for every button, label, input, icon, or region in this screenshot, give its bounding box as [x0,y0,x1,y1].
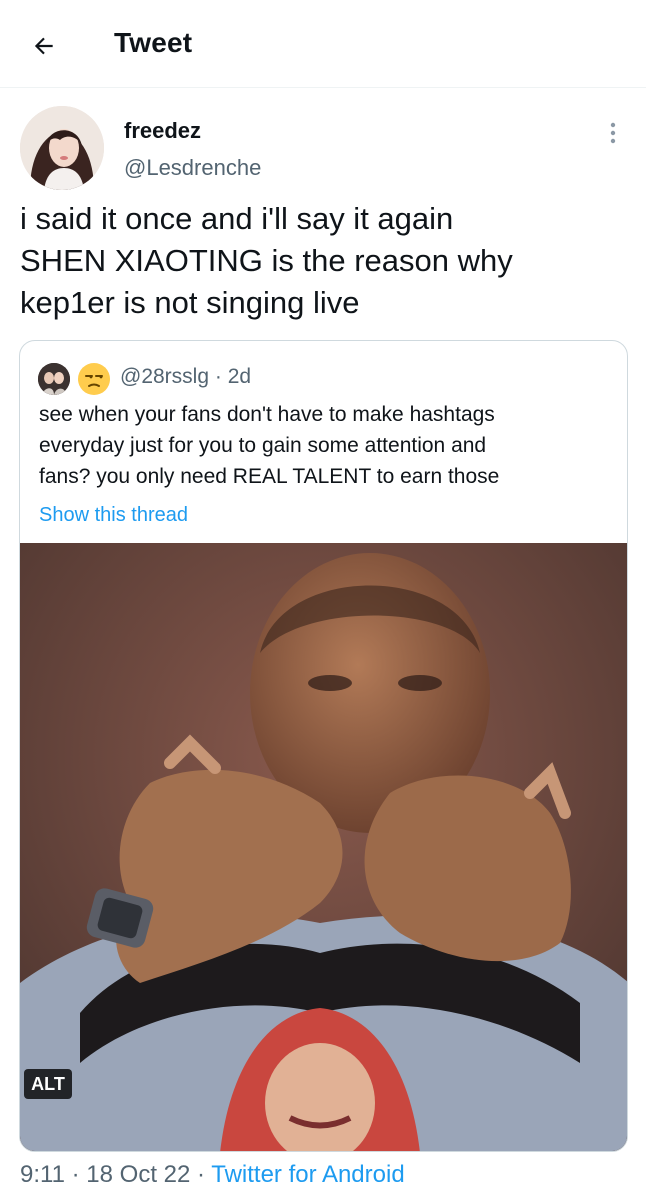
tweet-footer-meta: 9:11 · 18 Oct 22 · Twitter for Android [20,1161,405,1189]
quoted-author-avatar [38,363,70,395]
quoted-tweet-card[interactable]: @28rsslg · 2d see when your fans don't h… [19,340,628,1152]
arrow-left-icon [34,37,53,55]
separator-dot: · [214,365,222,388]
quoted-tweet-age: 2d [227,365,252,388]
separator-dot: · [197,1161,206,1188]
author-handle[interactable]: @Lesdrenche [124,155,261,181]
show-thread-link[interactable]: Show this thread [39,504,188,527]
more-vertical-icon [610,122,616,144]
separator-dot: · [71,1161,80,1188]
top-bar: Tweet [0,0,646,88]
unamused-face-emoji [78,363,110,395]
quoted-text-line: fans? you only need REAL TALENT to earn … [39,465,500,488]
author-avatar[interactable] [20,106,104,190]
author-display-name[interactable]: freedez [124,118,201,144]
tweet-text-line: i said it once and i'll say it again [20,201,454,236]
quoted-text-line: everyday just for you to gain some atten… [39,434,487,457]
tweet-text-line: kep1er is not singing live [20,285,360,320]
tweet-text: i said it once and i'll say it again SHE… [20,198,620,324]
tweet-client-link[interactable]: Twitter for Android [211,1161,404,1188]
tweet-text-line: SHEN XIAOTING is the reason why [20,243,513,278]
page-title: Tweet [114,27,193,58]
quoted-tweet-text: see when your fans don't have to make ha… [39,399,614,492]
tweet-date: 18 Oct 22 [86,1161,191,1188]
tweet-time: 9:11 [20,1161,65,1188]
alt-text-badge[interactable]: ALT [24,1069,72,1099]
back-button[interactable] [22,24,66,68]
quoted-text-line: see when your fans don't have to make ha… [39,403,495,426]
quoted-author-handle[interactable]: @28rsslg [120,365,209,388]
more-options-button[interactable] [598,118,628,148]
quoted-tweet-meta: @28rsslg · 2d [120,365,251,389]
quoted-tweet-media[interactable] [20,543,627,1151]
